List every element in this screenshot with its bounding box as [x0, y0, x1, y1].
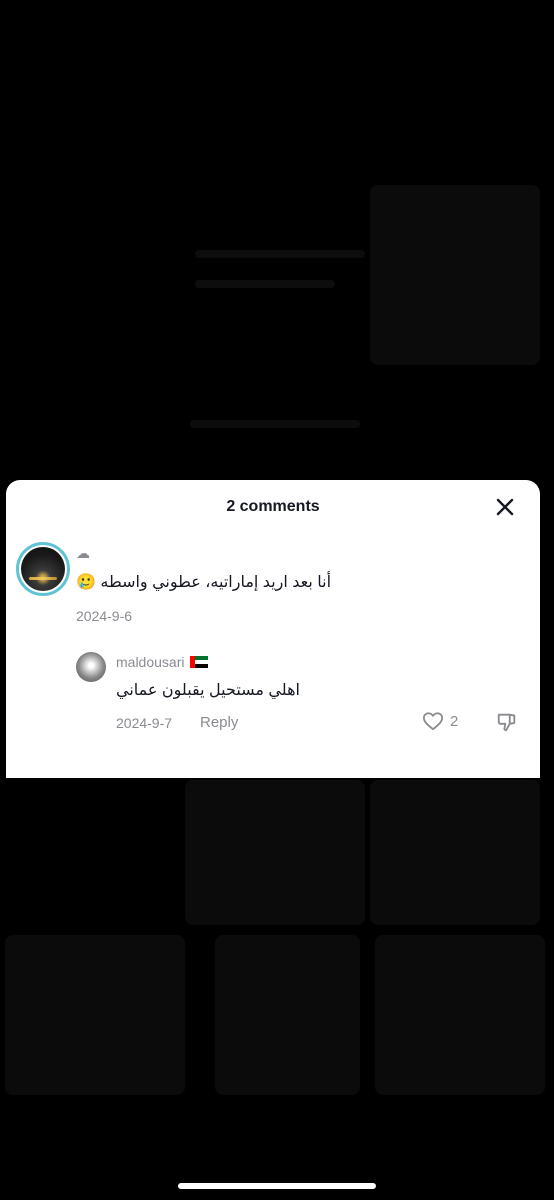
commenter-avatar[interactable] — [16, 542, 70, 596]
comment-date: 2024-9-6 — [76, 608, 133, 624]
background-card — [370, 780, 540, 925]
reply-text: اهلي مستحيل يقبلون عماني — [116, 682, 300, 699]
background-line — [195, 250, 365, 258]
comment-text: أنا بعد اريد إماراتيه، عطوني واسطه 🥲 — [76, 574, 332, 591]
like-count: 2 — [450, 712, 459, 730]
reply-date: 2024-9-7 — [116, 715, 173, 731]
background-card — [5, 935, 185, 1095]
reply-username: maldousari — [116, 654, 185, 670]
reply-avatar[interactable] — [76, 652, 106, 682]
background-card — [185, 780, 365, 925]
background-card — [215, 935, 360, 1095]
thumbs-down-icon — [497, 713, 516, 732]
background-card — [375, 935, 545, 1095]
background-card — [370, 185, 540, 365]
like-button[interactable]: 2 — [422, 711, 458, 731]
sheet-title: 2 comments — [226, 498, 320, 515]
background-line — [190, 420, 360, 428]
close-icon — [496, 498, 514, 516]
reply-username-row[interactable]: maldousari — [116, 654, 209, 670]
avatar-image — [21, 547, 65, 591]
commenter-username[interactable]: ☁ — [76, 546, 90, 562]
uae-flag-icon — [190, 656, 209, 668]
home-indicator[interactable] — [178, 1183, 376, 1189]
background-line — [195, 280, 335, 288]
reply-button[interactable]: Reply — [200, 714, 238, 731]
close-button[interactable] — [492, 494, 518, 520]
dislike-button[interactable] — [496, 711, 518, 738]
heart-outline-icon — [422, 712, 443, 731]
comments-sheet: 2 comments ☁ أنا بعد اريد إماراتيه، عطون… — [6, 480, 540, 778]
